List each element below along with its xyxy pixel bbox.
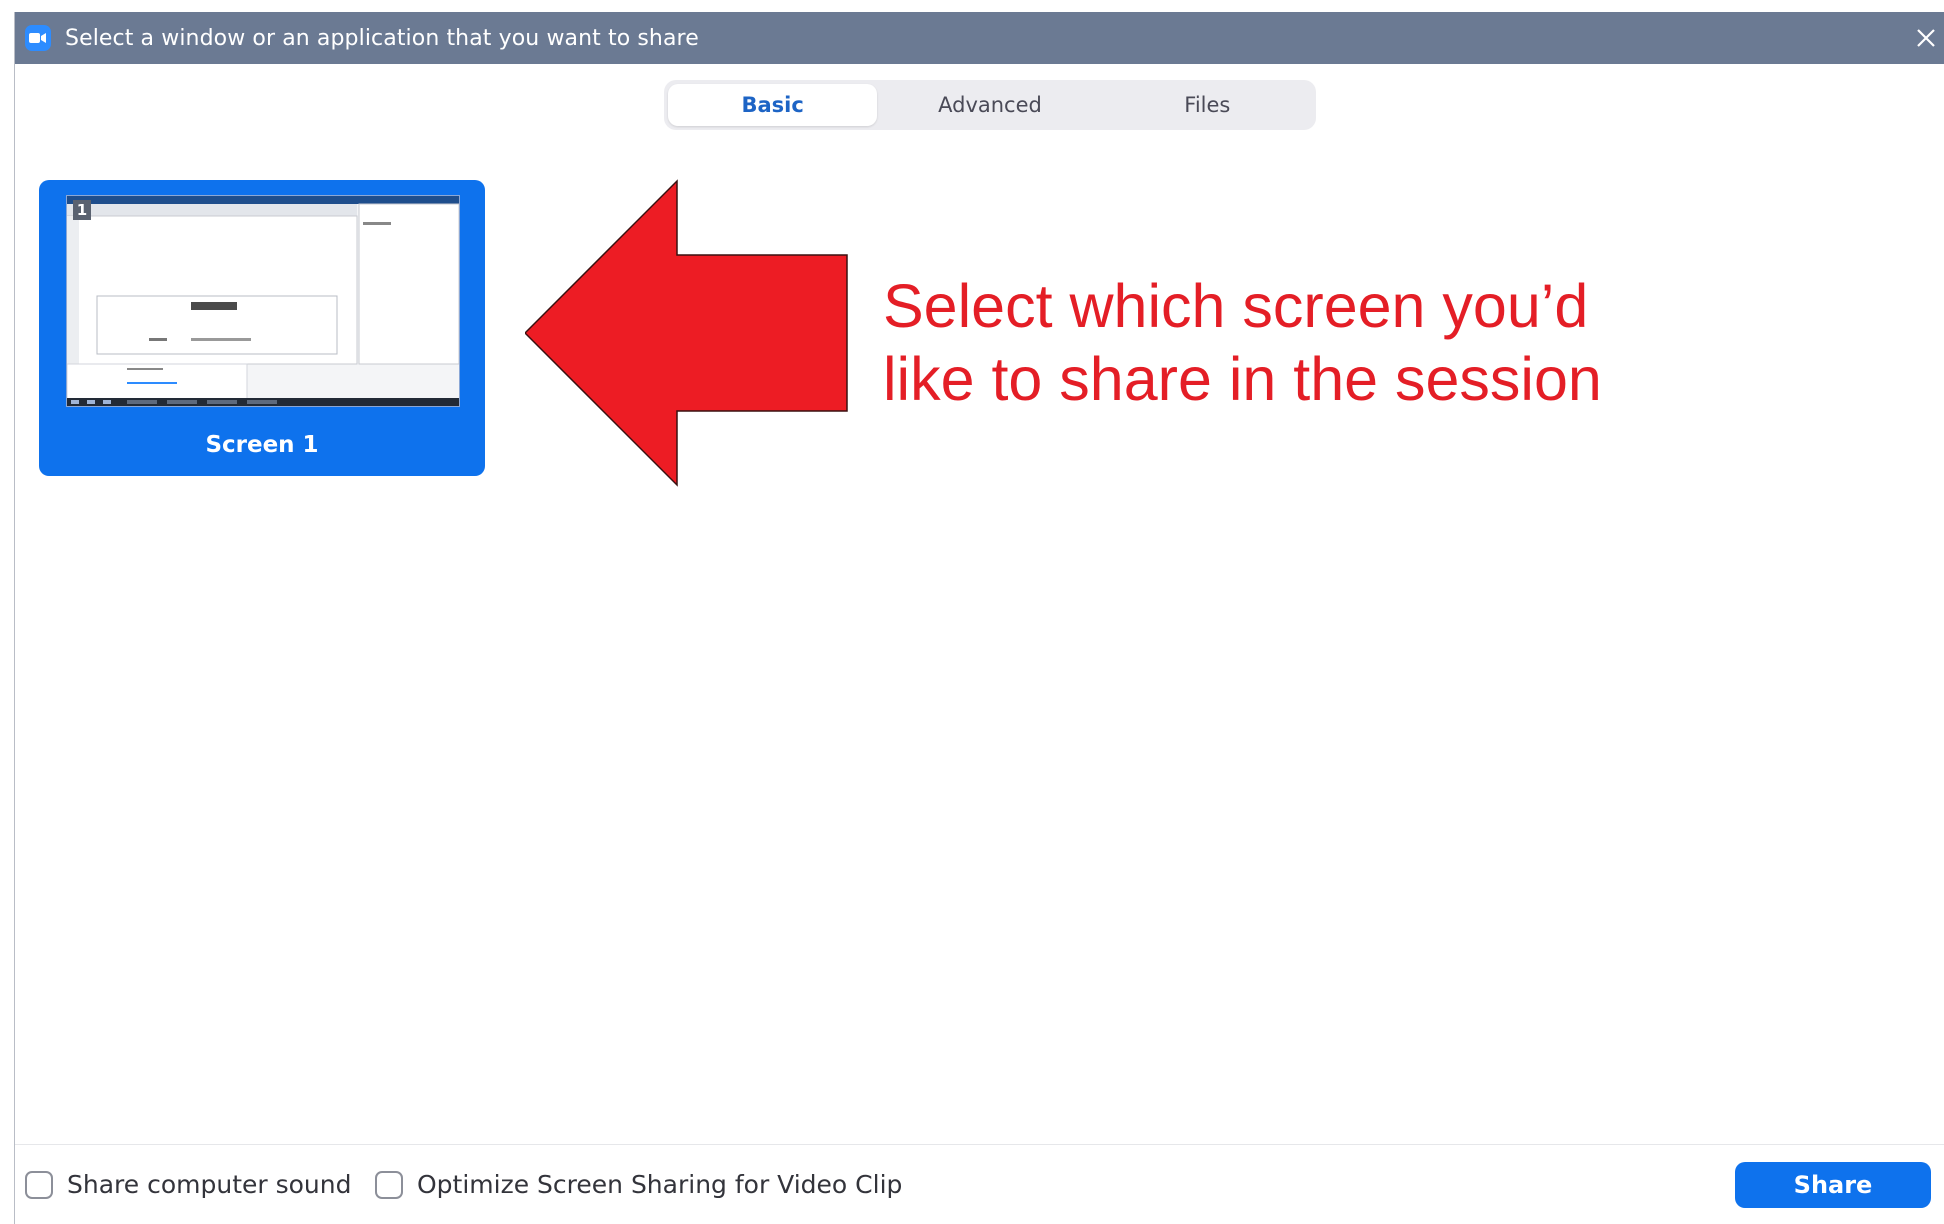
- close-icon[interactable]: [1908, 20, 1944, 56]
- tab-basic[interactable]: Basic: [668, 84, 878, 126]
- optimize-video-label: Optimize Screen Sharing for Video Clip: [417, 1170, 903, 1199]
- optimize-video-checkbox[interactable]: [375, 1170, 403, 1199]
- annotation-line-1: Select which screen you’d: [883, 272, 1589, 340]
- window-title: Select a window or an application that y…: [65, 25, 699, 51]
- tab-files[interactable]: Files: [1103, 84, 1312, 126]
- share-button[interactable]: Share: [1735, 1162, 1931, 1208]
- screen-thumbnail: 1: [66, 195, 460, 407]
- share-type-tabs: Basic Advanced Files: [664, 80, 1316, 130]
- screen-1-label: Screen 1: [205, 432, 319, 458]
- share-sound-option[interactable]: Share computer sound: [25, 1170, 352, 1199]
- red-arrow-annotation: [525, 179, 848, 487]
- dialog-footer: Share computer sound Optimize Screen Sha…: [15, 1162, 1944, 1214]
- zoom-camera-icon: [25, 25, 51, 51]
- optimize-video-option[interactable]: Optimize Screen Sharing for Video Clip: [375, 1170, 902, 1199]
- title-bar: Select a window or an application that y…: [15, 12, 1944, 64]
- share-sound-checkbox[interactable]: [25, 1170, 53, 1199]
- tab-advanced[interactable]: Advanced: [885, 84, 1094, 126]
- share-sound-label: Share computer sound: [67, 1170, 352, 1199]
- share-screen-dialog: Select a window or an application that y…: [14, 12, 1944, 1224]
- screen-1-option[interactable]: 1 Screen 1: [39, 180, 485, 476]
- annotation-line-2: like to share in the session: [883, 345, 1602, 413]
- screen-number-badge: 1: [73, 200, 91, 220]
- screen-preview-image: [67, 196, 459, 406]
- footer-divider: [15, 1144, 1944, 1145]
- instruction-annotation: Select which screen you’d like to share …: [883, 270, 1763, 416]
